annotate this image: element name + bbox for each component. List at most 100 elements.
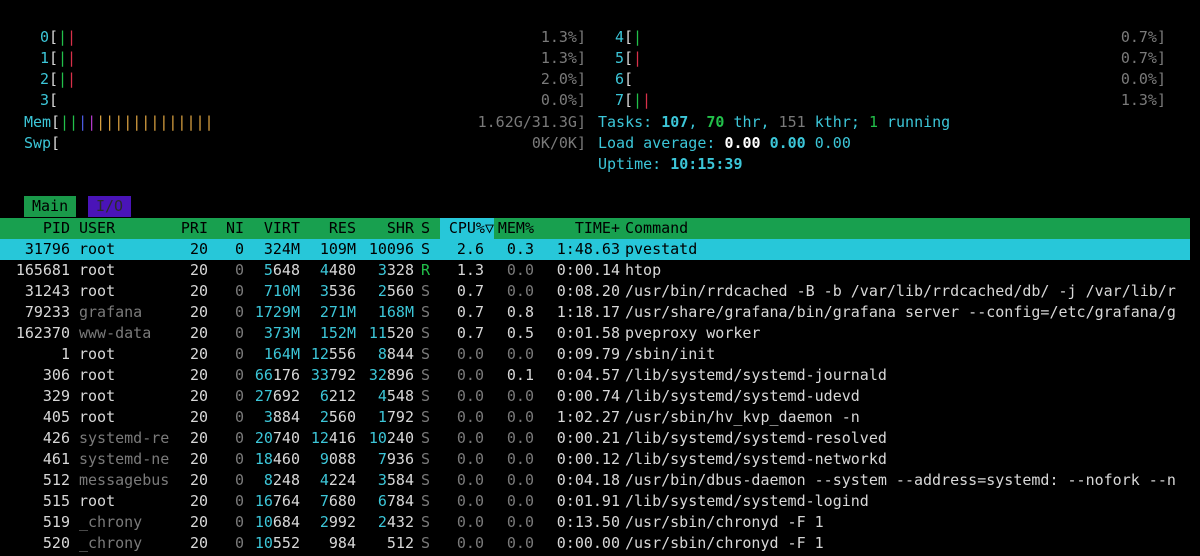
time-cell: 0:01.91 (556, 492, 620, 510)
shr-cell: 3584 (356, 470, 414, 491)
process-row[interactable]: 405 root 20 0 3884 2560 1792 S 0.0 0.0 1:02.27/usr… (0, 407, 1200, 428)
col-shr[interactable]: SHR (356, 218, 414, 239)
col-ni[interactable]: NI (216, 218, 244, 239)
tasks-sep: , (688, 113, 698, 131)
command-cell: /usr/sbin/hv_kvp_daemon -n (625, 408, 860, 426)
process-row[interactable]: 512 messagebus 20 0 8248 4224 3584 S 0.0 0.0 0:04.… (0, 470, 1200, 491)
uptime-line: Uptime: 10:15:39 (598, 154, 743, 175)
state-cell: S (421, 408, 431, 426)
shr-cell: 168M (356, 302, 414, 323)
value-part: 992 (328, 513, 356, 531)
col-command[interactable]: Command (625, 218, 688, 239)
user-cell: root (79, 240, 116, 258)
value-part: 10 (368, 429, 387, 447)
tasks-line: Tasks: 107, 70 thr, 151 kthr; 1 running (598, 112, 950, 133)
value-part: 844 (386, 345, 414, 363)
col-state[interactable]: S (421, 218, 430, 239)
pid-cell: 31796 (24, 240, 70, 258)
col-mem[interactable]: MEM% (494, 218, 534, 239)
process-row[interactable]: 31796 root 20 0 324M 109M 10096 S 2.6 0.3 1:48.63 p… (0, 239, 1190, 260)
res-cell: 4224 (300, 470, 356, 491)
process-row[interactable]: 426 systemd-re 20 0 20740 12416 10240 S 0.0 0.0 0:… (0, 428, 1200, 449)
mem-value: 1.62G/31.3G] (477, 113, 586, 131)
ni-cell: 0 (234, 366, 244, 384)
cpu-bar-tick: | (58, 49, 68, 67)
user-cell: root (79, 261, 116, 279)
process-row[interactable]: 329 root 20 0 27692 6212 4548 S 0.0 0.0 0:00.74/li… (0, 386, 1200, 407)
mem-cell: 0.0 (506, 429, 534, 447)
col-virt[interactable]: VIRT (244, 218, 300, 239)
process-row[interactable]: 306 root 20 0 66176 33792 32896 S 0.0 0.1 0:04.57/… (0, 365, 1200, 386)
col-cpu[interactable]: CPU%▽ (440, 218, 494, 239)
col-user[interactable]: USER (79, 218, 115, 239)
value-part: 2 (319, 408, 329, 426)
pid-cell: 426 (42, 429, 70, 447)
col-res[interactable]: RES (300, 218, 356, 239)
col-pri[interactable]: PRI (170, 218, 208, 239)
command-cell: /usr/sbin/chronyd -F 1 (625, 513, 824, 531)
process-row[interactable]: 79233 grafana 20 0 1729M 271M 168M S 0.7 0.8 1:18.… (0, 302, 1200, 323)
value-part: 792 (386, 408, 414, 426)
cpu-cell: 0.0 (456, 408, 484, 426)
time-cell: 0:00.00 (556, 534, 620, 552)
mem-bar-tick: | (87, 113, 97, 131)
time-cell: 0:00.14 (556, 261, 620, 279)
value-part: 8 (263, 471, 273, 489)
value-part: 3 (263, 408, 273, 426)
value-part: 6 (377, 492, 387, 510)
command-cell: /lib/systemd/systemd-udevd (625, 387, 860, 405)
value-part: 9 (319, 450, 329, 468)
htop-terminal: Mem [ ||||||||||||||||| 1.62G/31.3G] Swp… (0, 0, 1200, 556)
col-pid[interactable]: PID (0, 218, 70, 239)
process-row[interactable]: 31243 root 20 0 710M 3536 2560 S 0.7 0.0 0:08.20/u… (0, 281, 1200, 302)
value-part: 3 (319, 282, 329, 300)
pri-cell: 20 (189, 345, 208, 363)
cpu-meter-bracket: [ (49, 70, 59, 88)
process-row[interactable]: 165681 root 20 0 5648 4480 3328 R 1.3 0.0 0:00.14 h… (0, 260, 1200, 281)
column-header: PID USER PRI NI VIRT RES SHR S CPU%▽ MEM… (0, 218, 1190, 239)
command-cell: /usr/share/grafana/bin/grafana server --… (625, 303, 1176, 321)
state-cell: S (421, 450, 431, 468)
pri-cell: 20 (189, 492, 208, 510)
mem-bar-tick: | (105, 113, 115, 131)
value-part: 11 (368, 324, 387, 342)
shr-cell: 10096 (356, 239, 414, 260)
process-row[interactable]: 520 _chrony 20 0 10552 984 512 S 0.0 0.0 0:00.00/u… (0, 533, 1200, 554)
cpu-meter-bracket: [ (624, 70, 634, 88)
ni-cell: 0 (234, 471, 244, 489)
value-part: 936 (386, 450, 414, 468)
mem-cell: 0.0 (506, 513, 534, 531)
mem-bar-tick: | (69, 113, 79, 131)
process-row[interactable]: 461 systemd-ne 20 0 18460 9088 7936 S 0.0 0.0 0:00… (0, 449, 1200, 470)
value-part: 10 (254, 534, 273, 552)
process-row[interactable]: 162370 www-data 20 0 373M 152M 11520 S 0.7 0.5 0:0… (0, 323, 1200, 344)
time-cell: 0:09.79 (556, 345, 620, 363)
value-part: 20 (254, 429, 273, 447)
virt-cell: 1729M (244, 302, 300, 323)
ni-cell: 0 (234, 408, 244, 426)
process-row[interactable]: 515 root 20 0 16764 7680 6784 S 0.0 0.0 0:01.91/li… (0, 491, 1200, 512)
tab-io[interactable]: I/O (88, 196, 132, 217)
shr-cell: 8844 (356, 344, 414, 365)
value-part: 328 (386, 261, 414, 279)
process-row[interactable]: 1 root 20 0 164M 12556 8844 S 0.0 0.0 0:09.79/sbin… (0, 344, 1200, 365)
pid-cell: 165681 (15, 261, 70, 279)
load-label: Load average: (598, 134, 716, 152)
value-part: 16 (254, 492, 273, 510)
tab-main[interactable]: Main (24, 196, 77, 217)
value-part: 692 (272, 387, 300, 405)
command-cell: /lib/systemd/systemd-journald (625, 366, 887, 384)
pri-cell: 20 (189, 513, 208, 531)
value-part: 1 (377, 408, 387, 426)
user-cell: root (79, 345, 116, 363)
process-row[interactable]: 519 _chrony 20 0 10684 2992 2432 S 0.0 0.0 0:13.50… (0, 512, 1200, 533)
time-cell: 0:00.12 (556, 450, 620, 468)
value-part: 096 (386, 240, 414, 258)
value-part: 212 (328, 387, 356, 405)
cpu-meter-pct: 0.0%] (540, 91, 586, 109)
cpu-meter-bar: || (58, 48, 76, 69)
state-cell: S (421, 324, 431, 342)
col-time[interactable]: TIME+ (540, 218, 620, 239)
value-part: 224 (328, 471, 356, 489)
time-cell: 0:04.57 (556, 366, 620, 384)
